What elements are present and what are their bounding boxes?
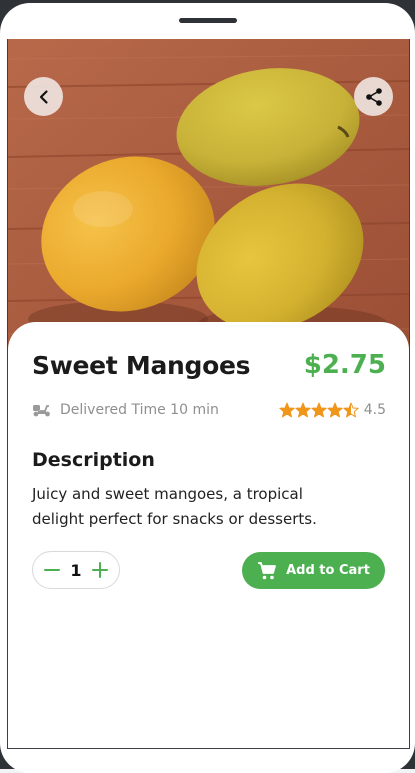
share-icon — [364, 87, 384, 107]
product-screen: Sweet Mangoes $2.75 Delivered Time 10 mi… — [7, 39, 410, 749]
product-details-sheet: Sweet Mangoes $2.75 Delivered Time 10 mi… — [8, 322, 409, 748]
description-heading: Description — [32, 449, 155, 471]
star-icon — [295, 402, 311, 418]
description-text: Juicy and sweet mangoes, a tropical deli… — [32, 485, 317, 528]
share-button[interactable] — [354, 77, 393, 116]
device-body: Sweet Mangoes $2.75 Delivered Time 10 mi… — [0, 3, 415, 773]
quantity-stepper: 1 — [32, 551, 120, 589]
scooter-icon — [32, 402, 52, 418]
home-indicator — [179, 18, 237, 23]
rating-value: 4.5 — [363, 402, 386, 418]
star-icon — [343, 402, 359, 418]
delivery-time-text: Delivered Time 10 min — [60, 402, 219, 418]
star-icon — [279, 402, 295, 418]
product-price: $2.75 — [303, 350, 386, 380]
mango-photo — [8, 39, 409, 359]
add-to-cart-button[interactable]: Add to Cart — [242, 552, 385, 589]
quantity-value: 1 — [70, 560, 82, 580]
rating: 4.5 — [279, 402, 386, 418]
decrease-quantity-button[interactable] — [43, 561, 61, 579]
delivery-info: Delivered Time 10 min — [32, 402, 219, 418]
chevron-left-icon — [36, 89, 52, 105]
increase-quantity-button[interactable] — [91, 561, 109, 579]
plus-icon — [91, 562, 108, 578]
back-button[interactable] — [24, 77, 63, 116]
star-icon — [327, 402, 343, 418]
star-icon — [311, 402, 327, 418]
product-image — [8, 39, 409, 359]
device-frame: Sweet Mangoes $2.75 Delivered Time 10 mi… — [0, 0, 415, 773]
product-name: Sweet Mangoes — [32, 351, 251, 380]
minus-icon — [44, 569, 60, 571]
cart-icon — [257, 561, 277, 581]
rating-stars — [279, 402, 359, 418]
add-to-cart-label: Add to Cart — [286, 563, 370, 578]
